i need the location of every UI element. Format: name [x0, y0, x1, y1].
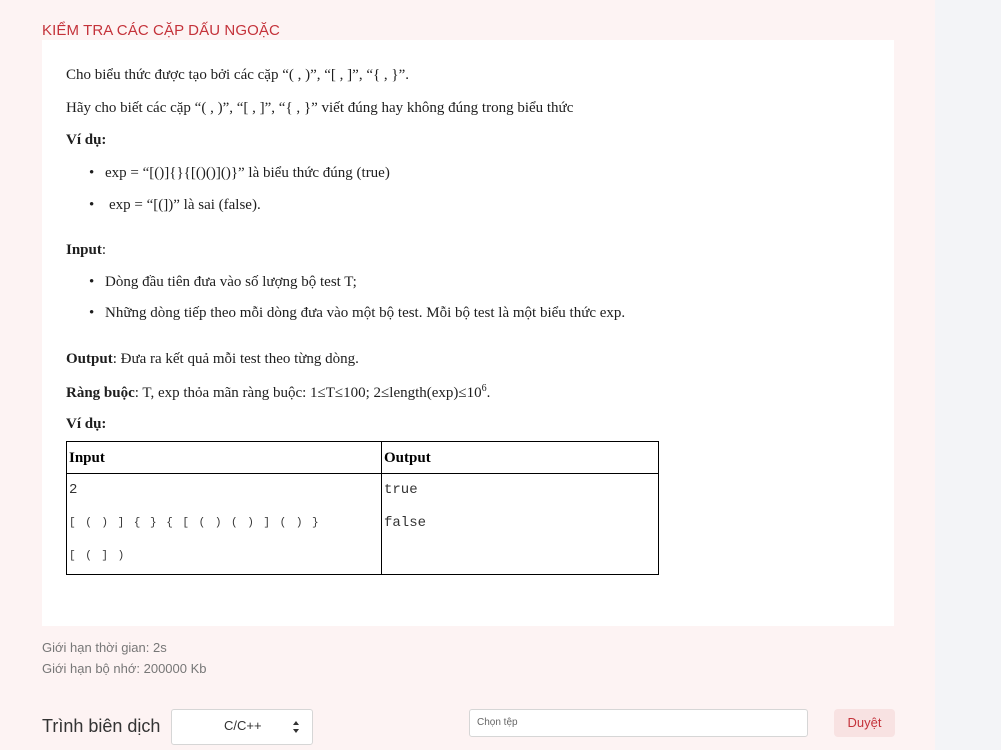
table-output-line: true — [384, 482, 418, 498]
table-output-line: false — [384, 515, 427, 531]
table-header-label: Output — [384, 450, 431, 466]
select-arrows-icon — [293, 721, 299, 733]
input-heading-label: Input — [66, 242, 102, 258]
constraint-text: : T, exp thỏa mãn ràng buộc: 1≤T≤100; 2≤… — [134, 385, 482, 401]
input-heading-colon: : — [101, 242, 107, 258]
browse-button[interactable]: Duyệt — [834, 709, 895, 737]
table-input-cell: 2 [ ( ) ] { } { [ ( ) ( ) ] ( ) } [ ( ] … — [66, 473, 382, 575]
intro-line-1: Cho biểu thức được tạo bởi các cặp “( , … — [66, 67, 410, 83]
file-input-placeholder: Chọn tệp — [477, 717, 518, 728]
constraint-end: . — [486, 385, 491, 401]
compiler-select[interactable]: C/C++ — [171, 709, 313, 745]
table-output-cell: true false — [381, 473, 659, 575]
input-heading: Input: — [66, 242, 106, 259]
example-heading: Ví dụ: — [66, 132, 107, 148]
table-input-line: [ ( ] ) — [69, 550, 126, 562]
time-limit: Giới hạn thời gian: 2s — [42, 640, 167, 655]
constraint-heading: Ràng buộc — [66, 385, 135, 401]
table-header-output: Output — [381, 441, 659, 474]
table-header-input: Input — [66, 441, 382, 474]
table-input-line: 2 — [69, 482, 78, 498]
bullet-dot-icon: • — [89, 274, 95, 290]
file-input[interactable]: Chọn tệp — [469, 709, 808, 737]
bullet-dot-icon: • — [89, 305, 95, 321]
example2-heading: Ví dụ: — [66, 416, 107, 432]
example-text: exp = “[()]{}{[()()]()}” là biểu thức đú… — [105, 165, 390, 181]
intro-line-2: Hãy cho biết các cặp “( , )”, “[ , ]”, “… — [66, 100, 574, 116]
output-text: : Đưa ra kết quả mỗi test theo từng dòng… — [112, 351, 359, 367]
problem-title: KIỂM TRA CÁC CẶP DẤU NGOẶC — [42, 22, 280, 39]
bullet-dot-icon: • — [89, 197, 95, 213]
compiler-label: Trình biên dịch — [42, 716, 161, 736]
table-input-line: [ ( ) ] { } { [ ( ) ( ) ] ( ) } — [69, 517, 321, 529]
right-gutter — [935, 0, 1001, 750]
memory-limit: Giới hạn bộ nhớ: 200000 Kb — [42, 661, 207, 676]
example-text: exp = “[(])” là sai (false). — [109, 197, 261, 213]
compiler-selected-value: C/C++ — [224, 718, 262, 733]
table-header-label: Input — [69, 450, 105, 466]
constraint-line: Ràng buộc: T, exp thỏa mãn ràng buộc: 1≤… — [66, 383, 490, 402]
output-line: Output: Đưa ra kết quả mỗi test theo từn… — [66, 351, 359, 368]
input-item-text: Dòng đầu tiên đưa vào số lượng bộ test T… — [105, 274, 357, 290]
bullet-dot-icon: • — [89, 165, 95, 181]
output-heading: Output — [66, 351, 113, 367]
input-item-text: Những dòng tiếp theo mỗi dòng đưa vào mộ… — [105, 305, 626, 321]
example-table: Input Output 2 [ ( ) ] { } { [ ( ) ( ) ]… — [66, 441, 659, 575]
problem-statement: Cho biểu thức được tạo bởi các cặp “( , … — [42, 40, 894, 626]
